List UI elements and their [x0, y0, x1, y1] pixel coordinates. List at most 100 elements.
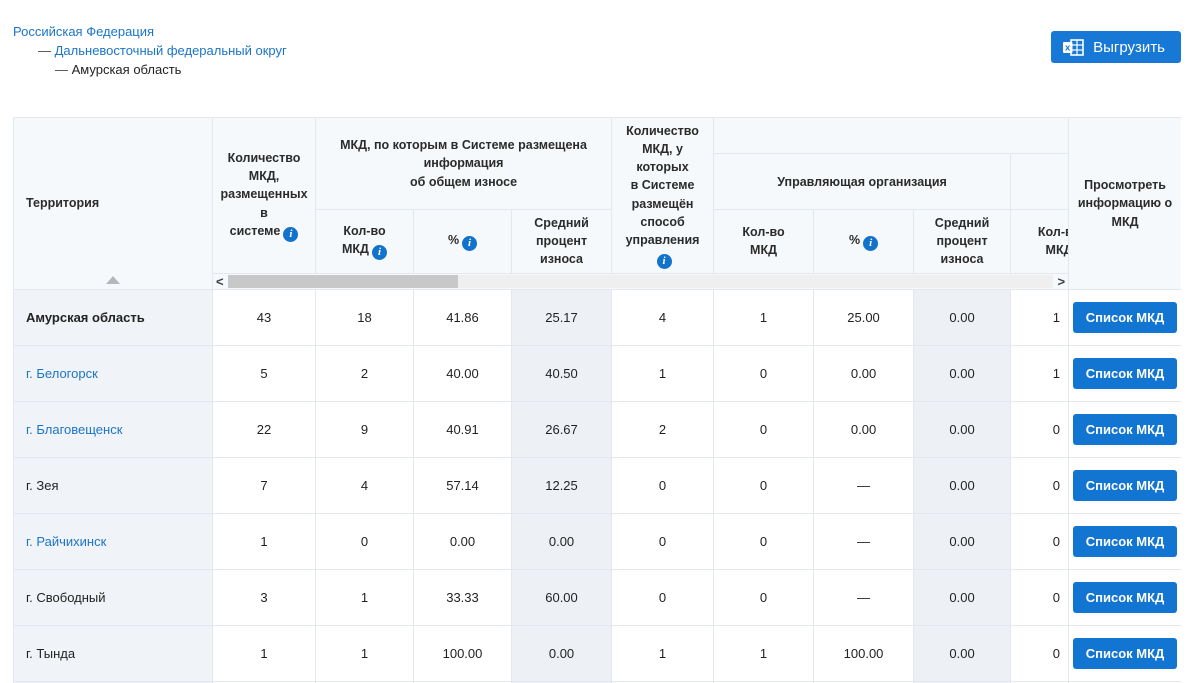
mkd-list-button[interactable]: Список МКД — [1073, 526, 1178, 557]
total-mkd-cell: 3 — [213, 569, 316, 625]
cut-col-cell: 1 — [1011, 345, 1069, 401]
uo-percent-cell: 0.00 — [814, 401, 914, 457]
uo-avg-cell: 0.00 — [914, 569, 1011, 625]
action-cell: Список МКД — [1069, 625, 1181, 681]
wear-percent-cell: 41.86 — [414, 289, 512, 345]
svg-text:x: x — [1065, 42, 1071, 53]
mkd-list-button[interactable]: Список МКД — [1073, 470, 1178, 501]
column-group-cut-empty — [1011, 154, 1069, 210]
horizontal-scrollbar[interactable]: < > — [213, 273, 1069, 289]
wear-avg-cell: 25.17 — [512, 289, 612, 345]
column-group-empty-top — [714, 118, 1069, 154]
mkd-list-button[interactable]: Список МКД — [1073, 358, 1178, 389]
uo-group-label: Управляющая организация — [777, 175, 947, 189]
wear-avg-cell: 0.00 — [512, 625, 612, 681]
wear-avg-label: Средний процент износа — [534, 216, 588, 266]
wear-count-cell: 1 — [316, 569, 414, 625]
wear-percent-cell: 0.00 — [414, 513, 512, 569]
wear-percent-cell: 40.91 — [414, 401, 512, 457]
total-mkd-cell: 22 — [213, 401, 316, 457]
cut-col-cell: 0 — [1011, 569, 1069, 625]
mgmt-method-cell: 4 — [612, 289, 714, 345]
column-header-cut: Кол-во МКД — [1011, 209, 1069, 273]
uo-count-label: Кол-во МКД — [742, 225, 784, 257]
scrollbar-thumb[interactable] — [228, 275, 458, 288]
scroll-left-icon[interactable]: < — [216, 274, 224, 289]
uo-percent-cell: — — [814, 569, 914, 625]
sort-asc-icon[interactable] — [106, 276, 120, 284]
action-cell: Список МКД — [1069, 513, 1181, 569]
info-icon[interactable]: i — [462, 236, 477, 251]
cut-col-cell: 0 — [1011, 625, 1069, 681]
total-mkd-cell: 5 — [213, 345, 316, 401]
uo-avg-label: Средний процент износа — [935, 216, 989, 266]
territory-cell[interactable]: г. Райчихинск — [14, 513, 213, 569]
uo-percent-cell: — — [814, 513, 914, 569]
column-header-wear-avg: Средний процент износа — [512, 209, 612, 273]
total-mkd-cell: 1 — [213, 513, 316, 569]
action-cell: Список МКД — [1069, 289, 1181, 345]
wear-percent-cell: 40.00 — [414, 345, 512, 401]
mkd-list-button[interactable]: Список МКД — [1073, 638, 1178, 669]
column-header-uo-count: Кол-во МКД — [714, 209, 814, 273]
action-cell: Список МКД — [1069, 345, 1181, 401]
breadcrumb: Российская Федерация — Дальневосточный ф… — [13, 22, 287, 79]
export-button[interactable]: x Выгрузить — [1051, 31, 1181, 63]
info-icon[interactable]: i — [657, 254, 672, 269]
wear-count-cell: 2 — [316, 345, 414, 401]
info-icon[interactable]: i — [283, 227, 298, 242]
table-row: г. Свободный 3 1 33.33 60.00 0 0 — 0.00 … — [14, 569, 1182, 625]
info-icon[interactable]: i — [372, 245, 387, 260]
column-header-mgmt-method: Количество МКД, у которых в Системе разм… — [612, 118, 714, 274]
breadcrumb-link-dfo[interactable]: Дальневосточный федеральный округ — [55, 43, 287, 58]
territory-cell: г. Свободный — [14, 569, 213, 625]
breadcrumb-dash: — — [38, 43, 51, 58]
total-mkd-cell: 7 — [213, 457, 316, 513]
territory-cell[interactable]: г. Благовещенск — [14, 401, 213, 457]
column-header-total-mkd: Количество МКД, размещенных в системеi — [213, 118, 316, 274]
uo-count-cell: 1 — [714, 289, 814, 345]
mkd-list-button[interactable]: Список МКД — [1073, 302, 1178, 333]
action-cell: Список МКД — [1069, 401, 1181, 457]
uo-avg-cell: 0.00 — [914, 457, 1011, 513]
cut-col-cell: 0 — [1011, 457, 1069, 513]
column-header-territory[interactable]: Территория — [14, 118, 213, 290]
info-icon[interactable]: i — [863, 236, 878, 251]
mgmt-method-cell: 0 — [612, 513, 714, 569]
table-row: г. Райчихинск 1 0 0.00 0.00 0 0 — 0.00 0… — [14, 513, 1182, 569]
territory-cell: Амурская область — [14, 289, 213, 345]
breadcrumb-dash: — — [55, 62, 68, 77]
territory-cell[interactable]: г. Белогорск — [14, 345, 213, 401]
column-header-view-info: Просмотреть информацию о МКД — [1069, 118, 1181, 290]
column-header-wear-percent: %i — [414, 209, 512, 273]
mkd-list-button[interactable]: Список МКД — [1073, 582, 1178, 613]
uo-avg-cell: 0.00 — [914, 345, 1011, 401]
wear-group-label: МКД, по которым в Системе размещена инфо… — [340, 138, 587, 188]
view-info-label: Просмотреть информацию о МКД — [1078, 178, 1172, 228]
wear-count-cell: 18 — [316, 289, 414, 345]
uo-avg-cell: 0.00 — [914, 513, 1011, 569]
wear-percent-cell: 100.00 — [414, 625, 512, 681]
wear-percent-cell: 57.14 — [414, 457, 512, 513]
export-button-label: Выгрузить — [1093, 39, 1165, 56]
cut-col-cell: 1 — [1011, 289, 1069, 345]
scrollbar-track[interactable] — [228, 275, 1053, 288]
wear-avg-cell: 26.67 — [512, 401, 612, 457]
uo-count-cell: 0 — [714, 345, 814, 401]
uo-count-cell: 1 — [714, 625, 814, 681]
wear-avg-cell: 60.00 — [512, 569, 612, 625]
uo-count-cell: 0 — [714, 513, 814, 569]
wear-percent-cell: 33.33 — [414, 569, 512, 625]
wear-count-cell: 1 — [316, 625, 414, 681]
wear-count-cell: 4 — [316, 457, 414, 513]
table-row: г. Зея 7 4 57.14 12.25 0 0 — 0.00 0 Спис… — [14, 457, 1182, 513]
scroll-right-icon[interactable]: > — [1057, 274, 1065, 289]
total-mkd-cell: 43 — [213, 289, 316, 345]
breadcrumb-link-rf[interactable]: Российская Федерация — [13, 24, 154, 39]
mkd-list-button[interactable]: Список МКД — [1073, 414, 1178, 445]
territory-cell: г. Тында — [14, 625, 213, 681]
mgmt-method-cell: 2 — [612, 401, 714, 457]
table-row: г. Благовещенск 22 9 40.91 26.67 2 0 0.0… — [14, 401, 1182, 457]
uo-percent-cell: — — [814, 457, 914, 513]
territory-cell: г. Зея — [14, 457, 213, 513]
